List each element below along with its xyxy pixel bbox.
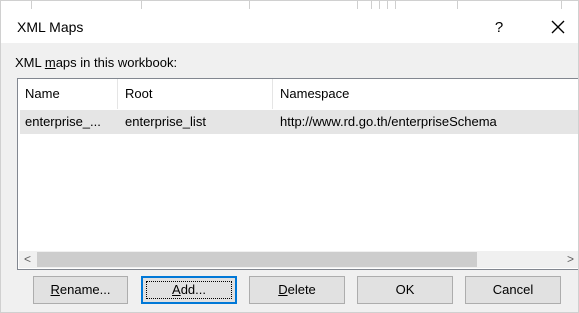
horizontal-scrollbar[interactable]: < > (19, 251, 578, 268)
title-bar: XML Maps ? (1, 9, 578, 43)
table-row[interactable]: enterprise_... enterprise_list http://ww… (20, 110, 578, 134)
column-header-root[interactable]: Root (118, 79, 273, 109)
delete-access-key: D (278, 282, 288, 297)
column-header-namespace[interactable]: Namespace (273, 79, 578, 109)
label-prefix: XML (15, 55, 45, 70)
scroll-thumb[interactable] (37, 252, 477, 267)
list-header: Name Root Namespace (18, 79, 578, 109)
label-access-key: m (44, 55, 56, 70)
scroll-left-arrow[interactable]: < (19, 251, 36, 268)
help-button[interactable]: ? (487, 17, 511, 39)
close-icon (551, 20, 565, 34)
ok-button[interactable]: OK (357, 276, 453, 304)
delete-label: elete (287, 282, 316, 297)
scroll-right-arrow[interactable]: > (562, 251, 578, 268)
dialog-title: XML Maps (17, 19, 84, 35)
cancel-button[interactable]: Cancel (465, 276, 561, 304)
rename-button[interactable]: Rename... (33, 276, 128, 304)
background-strip (1, 1, 578, 9)
column-header-name[interactable]: Name (18, 79, 118, 109)
cell-namespace: http://www.rd.go.th/enterpriseSchema (280, 114, 497, 129)
rename-access-key: R (50, 282, 60, 297)
xml-maps-list[interactable]: Name Root Namespace enterprise_... enter… (17, 78, 578, 270)
rename-label: ename... (59, 282, 111, 297)
label-suffix: aps in this workbook: (55, 55, 178, 70)
focus-rectangle (146, 281, 232, 299)
close-button[interactable] (545, 15, 571, 39)
add-button[interactable]: Add... (141, 276, 237, 304)
xml-maps-label: XML maps in this workbook: (15, 55, 177, 70)
xml-maps-dialog: XML Maps ? XML maps in this workbook: Na… (0, 0, 579, 313)
cell-name: enterprise_... (25, 114, 101, 129)
delete-button[interactable]: Delete (249, 276, 345, 304)
cell-root: enterprise_list (125, 114, 206, 129)
